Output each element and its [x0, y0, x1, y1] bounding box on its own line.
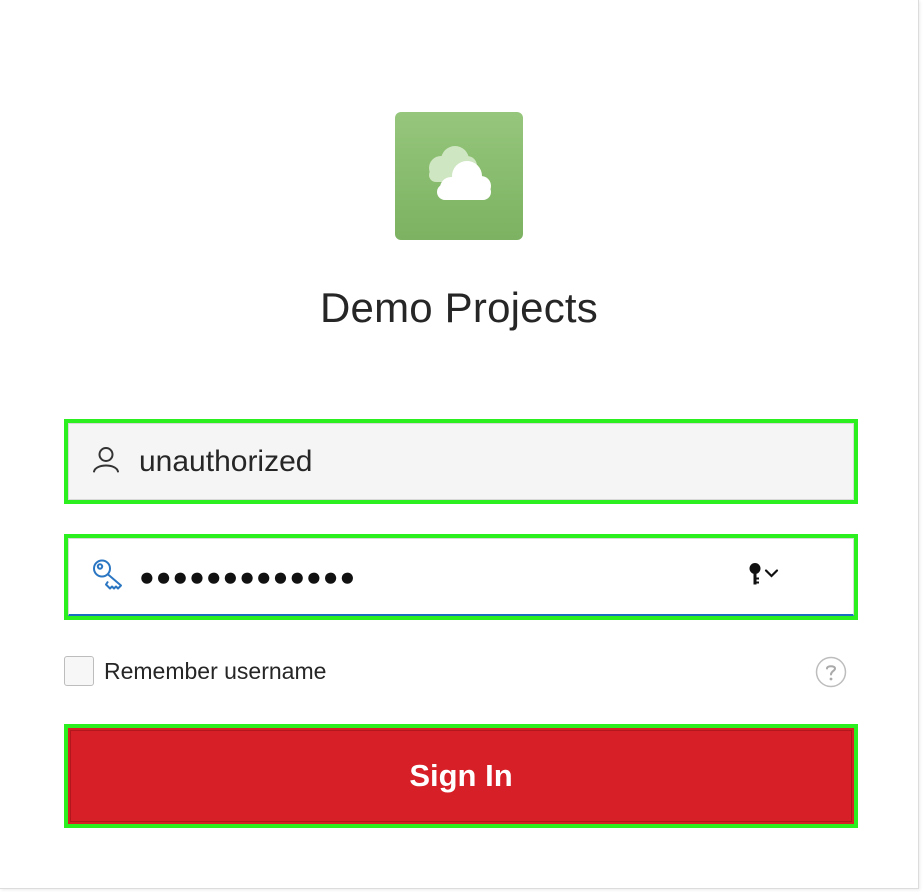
remember-checkbox[interactable] — [64, 656, 94, 686]
sign-in-button[interactable]: Sign In — [64, 724, 858, 828]
remember-label[interactable]: Remember username — [104, 658, 326, 685]
username-value: unauthorized — [139, 444, 313, 478]
app-title: Demo Projects — [319, 284, 599, 331]
question-circle-icon[interactable] — [815, 656, 847, 693]
app-logo — [395, 112, 523, 240]
cloud-icon — [429, 146, 491, 200]
sign-in-button-inner[interactable]: Sign In — [70, 730, 852, 822]
password-input[interactable]: ●●●●●●●●●●●●● — [68, 538, 854, 616]
password-field[interactable]: ●●●●●●●●●●●●● — [64, 534, 858, 620]
key-icon — [91, 557, 127, 596]
login-card: Demo Projects unauthorized ●●●●●●●●●●●●●… — [0, 0, 919, 889]
password-value: ●●●●●●●●●●●●● — [139, 561, 357, 591]
keychain-icon[interactable] — [747, 560, 783, 593]
sign-in-label: Sign In — [409, 758, 513, 793]
username-field[interactable]: unauthorized — [64, 419, 858, 504]
user-icon — [91, 444, 121, 479]
username-input[interactable]: unauthorized — [68, 423, 854, 500]
remember-row: Remember username — [64, 656, 858, 688]
